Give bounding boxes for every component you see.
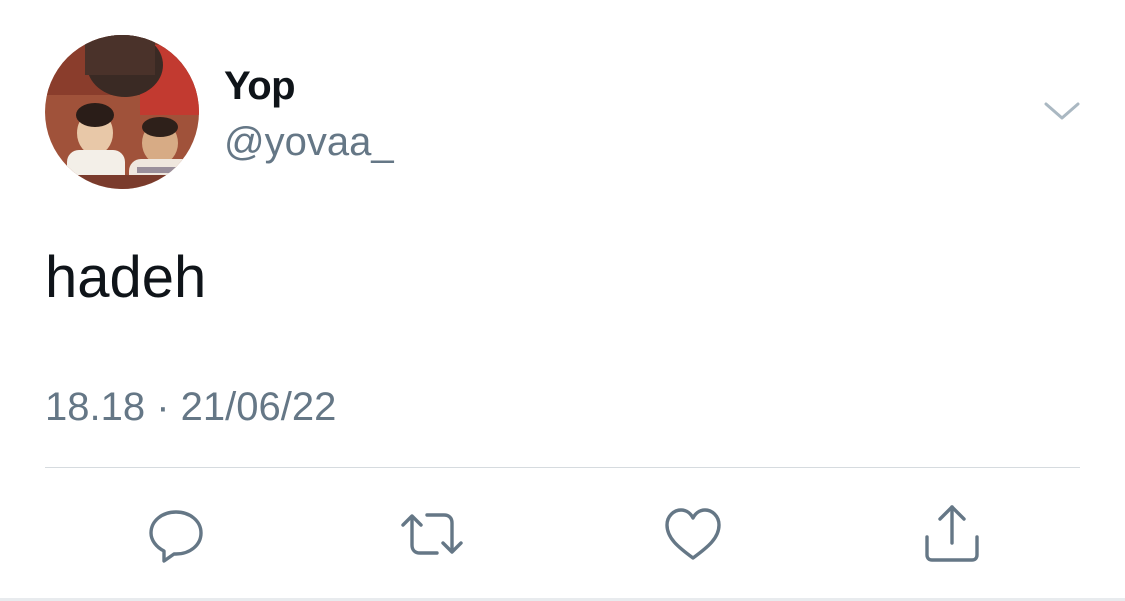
reply-icon (149, 510, 203, 563)
user-handle[interactable]: @yovaa_ (224, 120, 394, 165)
tweet-text: hadeh (45, 245, 207, 310)
share-icon (925, 505, 979, 562)
share-button[interactable] (921, 503, 983, 565)
tweet-timestamp[interactable]: 18.18 · 21/06/22 (45, 385, 336, 430)
reply-button[interactable] (145, 503, 207, 565)
avatar-photo (45, 35, 199, 189)
divider (45, 467, 1080, 468)
retweet-button[interactable] (401, 503, 463, 565)
retweet-icon (401, 513, 463, 555)
tweet-card: Yop @yovaa_ hadeh 18.18 · 21/06/22 (0, 0, 1125, 601)
avatar[interactable] (45, 35, 199, 189)
chevron-down-icon[interactable] (1040, 96, 1084, 126)
heart-icon (665, 508, 721, 560)
display-name[interactable]: Yop (224, 64, 296, 109)
like-button[interactable] (662, 503, 724, 565)
